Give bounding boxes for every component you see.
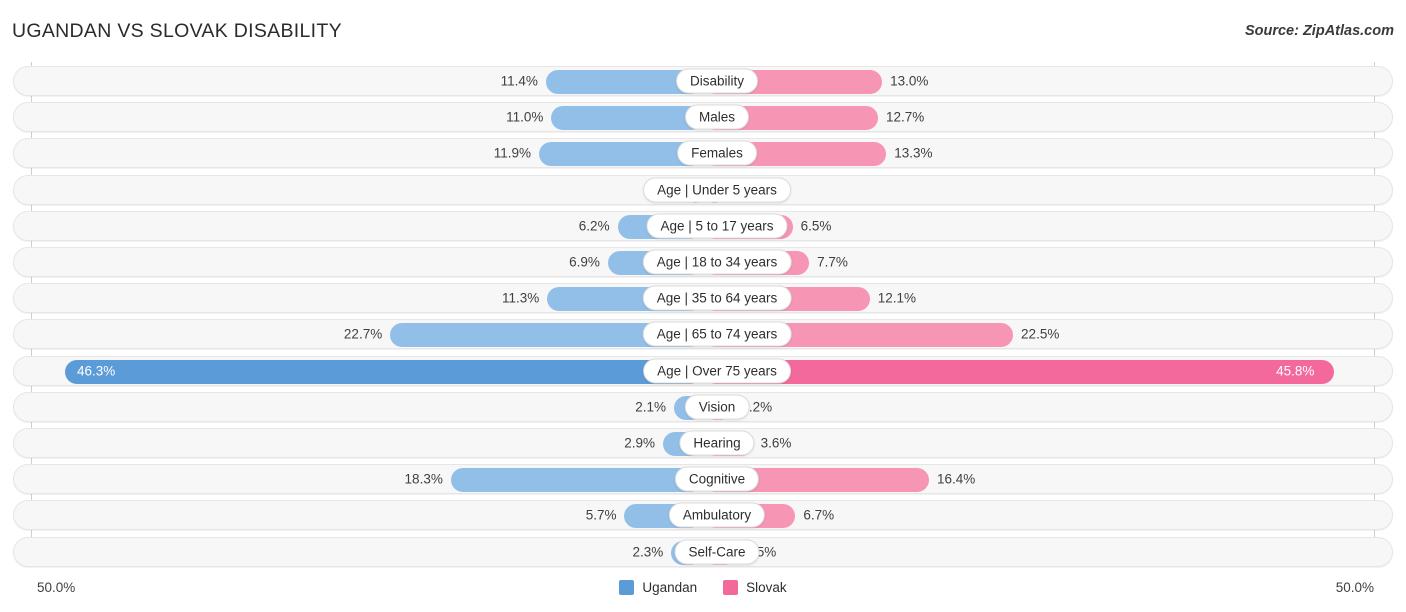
- category-label: Self-Care: [674, 539, 760, 565]
- value-label-ugandan: 2.9%: [624, 435, 656, 451]
- value-label-ugandan: 46.3%: [76, 363, 116, 379]
- category-label: Age | 18 to 34 years: [642, 249, 792, 275]
- category-label: Hearing: [679, 430, 755, 456]
- chart-footer: 50.0% 50.0% Ugandan Slovak: [0, 572, 1406, 612]
- legend-swatch-icon: [723, 580, 739, 595]
- chart-row: 2.1% 2.2% Vision: [13, 391, 1393, 422]
- legend-swatch-icon: [619, 580, 635, 595]
- value-label-slovak: 7.7%: [817, 254, 848, 270]
- category-label: Age | 35 to 64 years: [642, 285, 792, 311]
- chart-plot-area: 11.4% 13.0% Disability 11.0% 12.7% Males 11.9%…: [0, 62, 1406, 570]
- category-label: Vision: [684, 394, 750, 420]
- source-attribution: Source: ZipAtlas.com: [1244, 23, 1394, 39]
- value-label-ugandan: 5.7%: [585, 507, 617, 523]
- category-label: Age | Under 5 years: [643, 177, 791, 203]
- chart-header: UGANDAN VS SLOVAK DISABILITY Source: Zip…: [0, 0, 1406, 60]
- chart-rows: 11.4% 13.0% Disability 11.0% 12.7% Males 11.9%…: [0, 62, 1406, 570]
- chart-row: 11.0% 12.7% Males: [13, 102, 1393, 133]
- bar-ugandan: [551, 106, 703, 131]
- chart-row: 2.3% 2.5% Self-Care: [13, 536, 1393, 567]
- chart-row: 11.3% 12.1% Age | 35 to 64 years: [13, 283, 1393, 314]
- value-label-ugandan: 2.3%: [632, 544, 664, 560]
- legend-label: Slovak: [746, 580, 787, 595]
- chart-row: 5.7% 6.7% Ambulatory: [13, 500, 1393, 531]
- value-label-slovak: 12.1%: [877, 290, 917, 306]
- chart-row: 18.3% 16.4% Cognitive: [13, 464, 1393, 495]
- value-label-slovak: 12.7%: [886, 109, 925, 125]
- page-title: UGANDAN VS SLOVAK DISABILITY: [12, 20, 342, 42]
- chart-page: UGANDAN VS SLOVAK DISABILITY Source: Zip…: [0, 0, 1406, 612]
- category-label: Cognitive: [674, 466, 760, 492]
- bar-slovak: [703, 359, 1335, 384]
- value-label-ugandan: 6.9%: [569, 254, 600, 270]
- chart-row: 1.1%1.7%Age | Under 5 years: [13, 174, 1393, 205]
- value-label-slovak: 6.5%: [800, 218, 832, 234]
- value-label-ugandan: 18.3%: [404, 471, 443, 487]
- value-label-ugandan: 2.1%: [635, 399, 667, 415]
- category-label: Age | 5 to 17 years: [646, 213, 788, 239]
- value-label-slovak: 13.0%: [890, 73, 929, 89]
- category-label: Age | 65 to 74 years: [642, 321, 792, 347]
- value-label-ugandan: 11.9%: [493, 145, 532, 161]
- category-label: Ambulatory: [668, 502, 766, 528]
- bar-ugandan: [64, 359, 703, 384]
- category-label: Females: [677, 140, 757, 166]
- chart-row: 2.9% 3.6% Hearing: [13, 428, 1393, 458]
- chart-row: 6.2% 6.5% Age | 5 to 17 years: [13, 210, 1393, 241]
- value-label-slovak: 22.5%: [1021, 326, 1060, 342]
- legend-item: Slovak: [723, 580, 787, 595]
- value-label-ugandan: 6.2%: [578, 218, 610, 234]
- value-label-ugandan: 22.7%: [343, 326, 383, 342]
- chart-row: 11.9% 13.3% Females: [13, 138, 1393, 169]
- value-label-slovak: 13.3%: [894, 145, 933, 161]
- chart-row: 46.3% 45.8% Age | Over 75 years: [13, 355, 1393, 386]
- bar-ugandan: [450, 468, 703, 493]
- value-label-slovak: 3.6%: [760, 435, 792, 451]
- legend-item: Ugandan: [619, 580, 697, 595]
- category-label: Disability: [675, 68, 759, 94]
- value-label-slovak: 6.7%: [803, 507, 835, 523]
- legend-label: Ugandan: [642, 580, 698, 595]
- value-label-slovak: 16.4%: [936, 471, 976, 487]
- value-label-ugandan: 11.0%: [506, 109, 544, 125]
- chart-row: 11.4% 13.0% Disability: [13, 66, 1393, 96]
- value-label-slovak: 45.8%: [1276, 363, 1315, 379]
- chart-row: 6.9% 7.7% Age | 18 to 34 years: [13, 247, 1393, 277]
- category-label: Males: [684, 104, 750, 130]
- value-label-ugandan: 11.3%: [502, 290, 540, 306]
- chart-row: 22.7% 22.5% Age | 65 to 74 years: [13, 319, 1393, 350]
- chart-legend: Ugandan Slovak: [0, 580, 1406, 595]
- value-label-ugandan: 11.4%: [500, 73, 538, 89]
- category-label: Age | Over 75 years: [643, 358, 791, 384]
